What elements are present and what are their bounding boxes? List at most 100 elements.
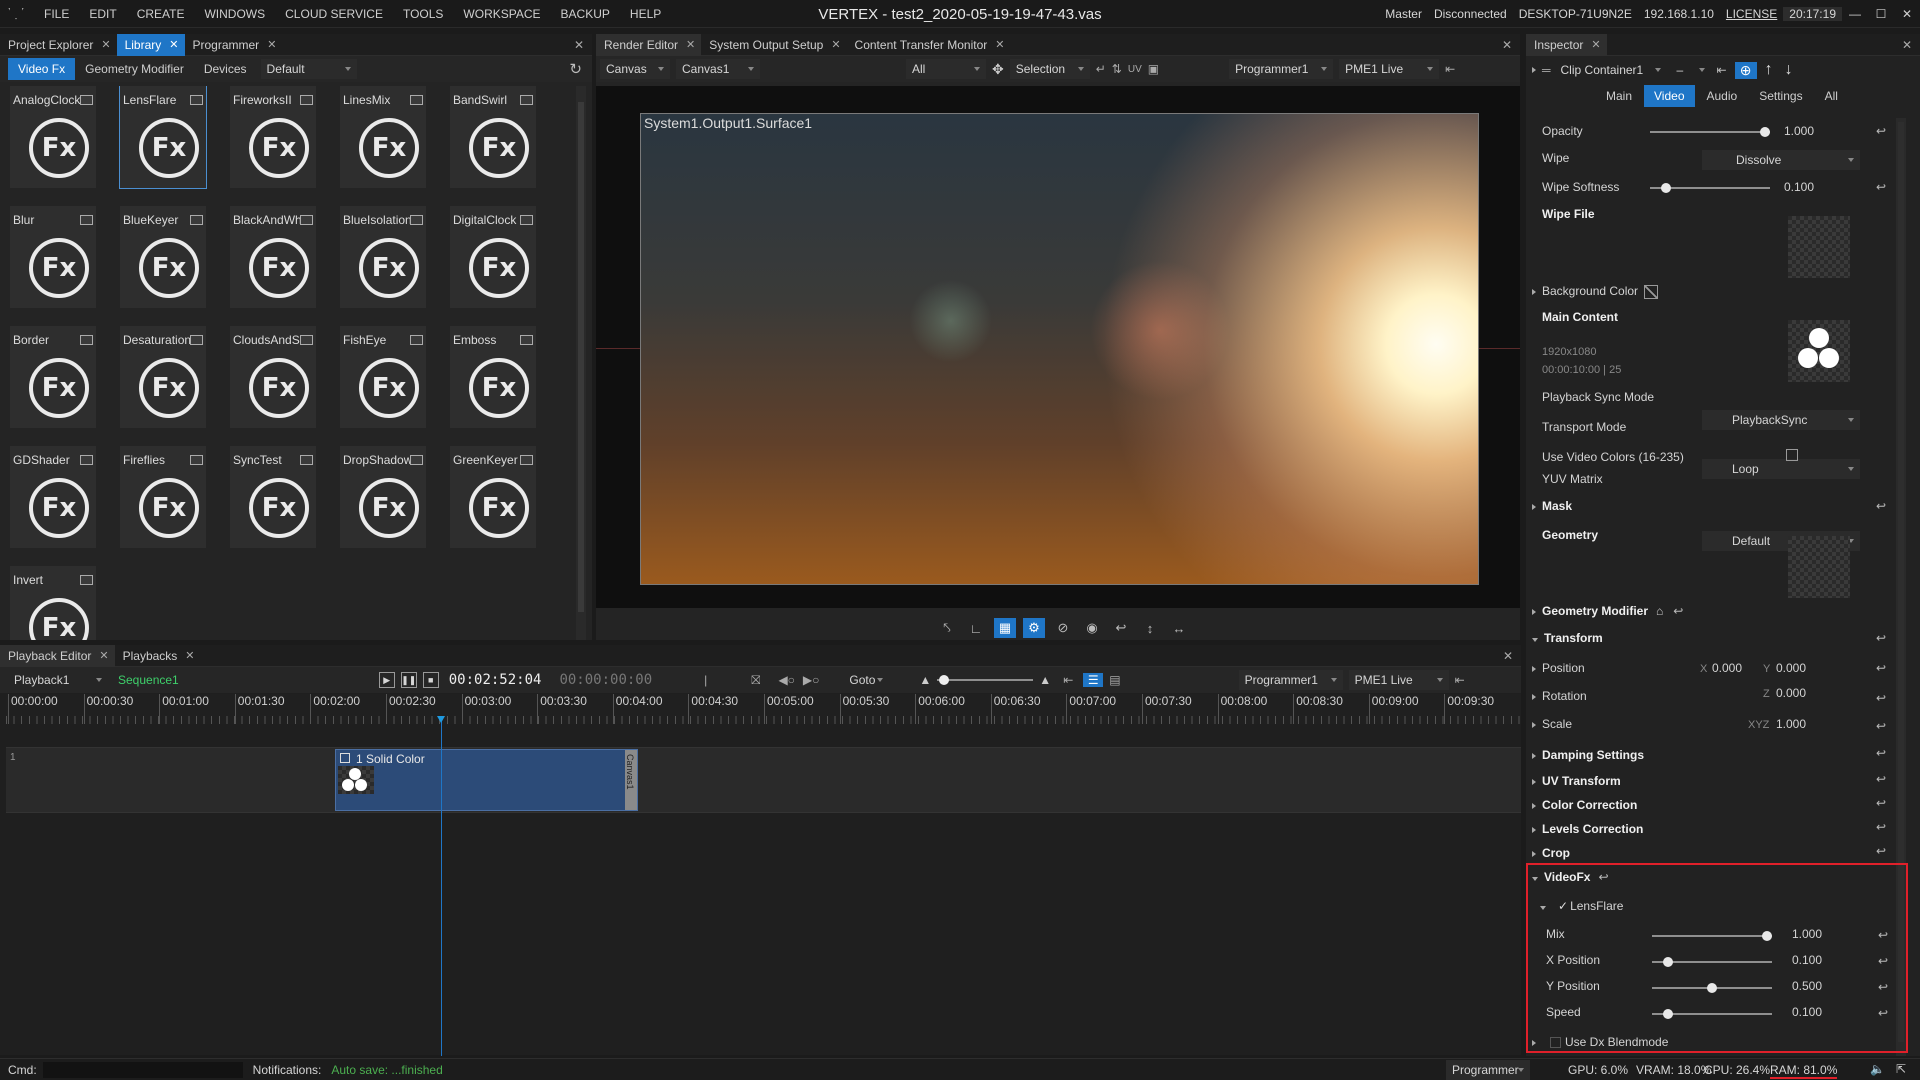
fx-tile[interactable]: BandSwirl Fx [450, 86, 536, 188]
rotation-row[interactable]: Rotation [1532, 689, 1587, 703]
wipe-file-slot[interactable] [1788, 216, 1850, 278]
track-view-icon[interactable]: ☰ [1083, 673, 1104, 687]
preview-icon[interactable] [520, 455, 533, 465]
cmd-input[interactable] [42, 1061, 243, 1078]
subtab-devices[interactable]: Devices [194, 58, 257, 80]
collapse-icon[interactable] [1532, 877, 1538, 881]
playback-programmer-dropdown[interactable]: Programmer1 [1238, 670, 1343, 690]
position-row[interactable]: Position [1532, 661, 1585, 675]
target-sub-dropdown[interactable]: – [1671, 60, 1711, 80]
scroll-thumb[interactable] [578, 102, 584, 612]
fx-tile[interactable]: AnalogClock Fx [10, 86, 96, 188]
expand-icon[interactable] [1532, 609, 1536, 615]
preview-icon[interactable] [80, 215, 93, 225]
x-position-slider[interactable] [1652, 957, 1772, 967]
expand-icon[interactable] [1532, 722, 1536, 728]
collapse-icon[interactable] [1532, 638, 1538, 642]
expand-icon[interactable] [1532, 289, 1536, 295]
fx-tile[interactable]: DigitalClock Fx [450, 206, 536, 308]
expand-icon[interactable] [1532, 803, 1536, 809]
y-position-value[interactable]: 0.500 [1792, 979, 1822, 993]
close-tab-icon[interactable]: ✕ [185, 645, 194, 667]
expand-icon[interactable] [1532, 851, 1536, 857]
speed-slider[interactable] [1652, 1009, 1772, 1019]
mix-slider[interactable] [1652, 931, 1772, 941]
undo-icon[interactable]: ↩ [1110, 618, 1132, 638]
fx-tile[interactable]: BlueKeyer Fx [120, 206, 206, 308]
position-x-value[interactable]: 0.000 [1712, 661, 1742, 675]
fit-icon[interactable]: ⇤ [1063, 673, 1073, 687]
preview-icon[interactable] [300, 335, 313, 345]
pause-icon[interactable]: ❚❚ [400, 672, 417, 688]
x-position-knob[interactable] [1663, 957, 1673, 967]
preview-icon[interactable] [300, 95, 313, 105]
mix-value[interactable]: 1.000 [1792, 927, 1822, 941]
background-color-row[interactable]: Background Color [1532, 284, 1659, 299]
reset-icon[interactable]: ↩ [1876, 691, 1886, 705]
expand-icon[interactable] [1532, 694, 1536, 700]
speed-value[interactable]: 0.100 [1792, 1005, 1822, 1019]
reset-icon[interactable]: ↩ [1673, 604, 1683, 618]
wipe-softness-value[interactable]: 0.100 [1784, 180, 1814, 194]
menu-edit[interactable]: EDIT [79, 7, 126, 21]
preview-icon[interactable] [190, 95, 203, 105]
menu-tools[interactable]: TOOLS [393, 7, 453, 21]
fx-tile[interactable]: GreenKeyer Fx [450, 446, 536, 548]
preview-icon[interactable] [80, 95, 93, 105]
fx-tile[interactable]: Desaturation Fx [120, 326, 206, 428]
reset-icon[interactable]: ↩ [1876, 719, 1886, 733]
license-link[interactable]: LICENSE [1720, 7, 1783, 21]
arrow-down-icon[interactable]: ↓ [1785, 61, 1793, 79]
reset-icon[interactable]: ↩ [1876, 746, 1886, 760]
reset-icon[interactable]: ↩ [1876, 661, 1886, 675]
subtab-geometry-modifier[interactable]: Geometry Modifier [75, 58, 194, 80]
checkmark-icon[interactable]: ✓ [1558, 899, 1568, 913]
subtab-video[interactable]: Video [1644, 85, 1695, 107]
zoom-out-icon[interactable]: ▲ [919, 673, 931, 687]
pin-icon[interactable]: ⇤ [1455, 673, 1465, 687]
menu-create[interactable]: CREATE [127, 7, 195, 21]
tool-b-icon[interactable]: ⇅ [1112, 62, 1122, 76]
align-horizontal-icon[interactable]: ↔ [1168, 618, 1190, 638]
reset-icon[interactable]: ↩ [1876, 499, 1886, 513]
menu-backup[interactable]: BACKUP [551, 7, 620, 21]
reset-icon[interactable]: ↩ [1878, 1006, 1888, 1020]
fx-tile[interactable]: CloudsAndSky Fx [230, 326, 316, 428]
opacity-slider[interactable] [1650, 127, 1770, 137]
grid-icon[interactable]: ▦ [994, 618, 1016, 638]
zoom-in-icon[interactable]: ▲ [1039, 673, 1051, 687]
mask-section[interactable]: Mask [1532, 499, 1572, 513]
preview-icon[interactable] [520, 215, 533, 225]
fx-tile[interactable]: Invert Fx [10, 566, 96, 640]
playhead[interactable] [441, 716, 442, 1056]
video-colors-checkbox[interactable] [1786, 449, 1798, 461]
fx-tile[interactable]: SyncTest Fx [230, 446, 316, 548]
fx-tile[interactable]: DropShadow Fx [340, 446, 426, 548]
dx-blendmode-row[interactable]: Use Dx Blendmode [1532, 1035, 1668, 1049]
wipe-softness-slider[interactable] [1650, 183, 1770, 193]
preview-icon[interactable] [520, 335, 533, 345]
pin-icon[interactable]: ⇤ [1445, 62, 1455, 76]
subtab-video-fx[interactable]: Video Fx [8, 58, 76, 80]
prev-cue-icon[interactable]: ◀○ [778, 673, 794, 687]
refresh-icon[interactable]: ↻ [569, 60, 582, 78]
tab-render-editor[interactable]: Render Editor ✕ [596, 33, 702, 56]
reset-icon[interactable]: ↩ [1876, 796, 1886, 810]
preview-icon[interactable] [190, 215, 203, 225]
tool-uv-icon[interactable]: UV [1128, 64, 1142, 75]
close-tab-icon[interactable]: ✕ [267, 34, 276, 56]
subtab-settings[interactable]: Settings [1749, 85, 1812, 107]
preview-icon[interactable] [80, 335, 93, 345]
live-dropdown[interactable]: PME1 Live [1339, 59, 1440, 79]
preview-icon[interactable] [410, 215, 423, 225]
mix-knob[interactable] [1762, 931, 1772, 941]
fx-tile[interactable]: BlueIsolation Fx [340, 206, 426, 308]
speaker-icon[interactable]: 🔈 [1870, 1062, 1885, 1076]
preview-icon[interactable] [410, 455, 423, 465]
stop-icon[interactable]: ■ [422, 672, 439, 688]
subtab-audio[interactable]: Audio [1697, 85, 1748, 107]
output-surface-preview[interactable] [640, 113, 1479, 585]
programmer-dropdown[interactable]: Programmer1 [1229, 59, 1334, 79]
preview-icon[interactable] [80, 575, 93, 585]
goto-dropdown[interactable]: Goto [829, 670, 889, 690]
